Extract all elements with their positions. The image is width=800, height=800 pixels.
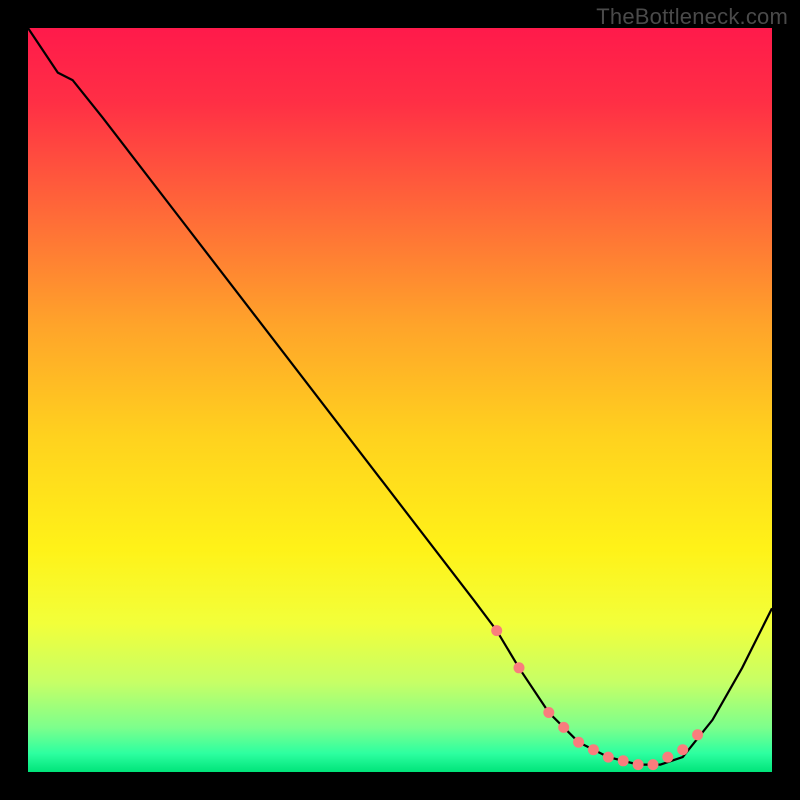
marker-dot bbox=[677, 744, 688, 755]
marker-dot bbox=[588, 744, 599, 755]
watermark-text: TheBottleneck.com bbox=[596, 4, 788, 30]
marker-dot bbox=[543, 707, 554, 718]
marker-dot bbox=[692, 729, 703, 740]
marker-dot bbox=[558, 722, 569, 733]
marker-dot bbox=[491, 625, 502, 636]
marker-dot bbox=[514, 662, 525, 673]
gradient-background bbox=[28, 28, 772, 772]
marker-dot bbox=[573, 737, 584, 748]
marker-dot bbox=[603, 752, 614, 763]
plot-area bbox=[28, 28, 772, 772]
marker-dot bbox=[662, 752, 673, 763]
marker-dot bbox=[618, 755, 629, 766]
marker-dot bbox=[633, 759, 644, 770]
chart-frame: TheBottleneck.com bbox=[0, 0, 800, 800]
chart-svg bbox=[28, 28, 772, 772]
marker-dot bbox=[648, 759, 659, 770]
